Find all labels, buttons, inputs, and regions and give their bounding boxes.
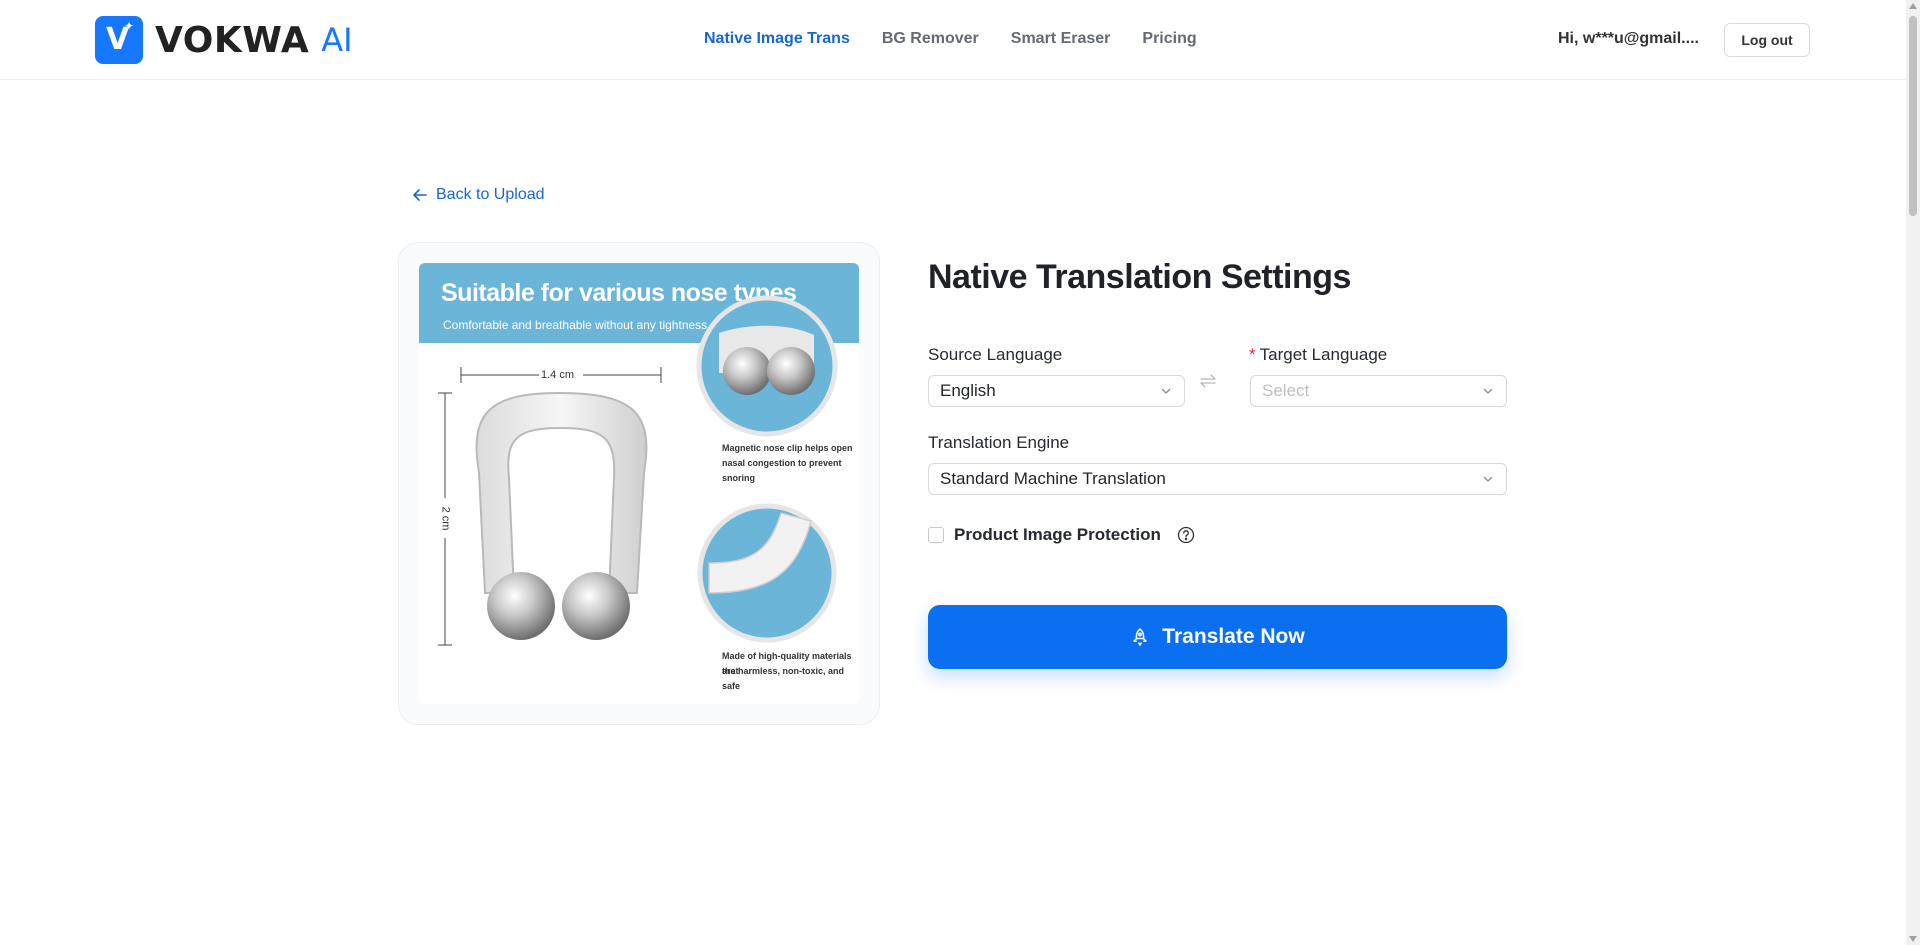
product-image-protection-row: Product Image Protection — [928, 525, 1195, 545]
caption-1-line-1: Magnetic nose clip helps open — [722, 443, 853, 453]
question-circle-icon[interactable] — [1177, 526, 1195, 544]
back-to-upload-link[interactable]: Back to Upload — [412, 186, 545, 204]
logout-button[interactable]: Log out — [1724, 23, 1810, 57]
source-language-value: English — [940, 381, 996, 400]
scroll-up-arrow-icon[interactable] — [1909, 3, 1917, 9]
logo-mark-icon: V ✦ — [95, 16, 143, 64]
scroll-thumb[interactable] — [1909, 16, 1917, 216]
product-image-protection-label[interactable]: Product Image Protection — [954, 525, 1161, 545]
source-language-select[interactable]: English — [928, 375, 1185, 407]
product-image-protection-checkbox[interactable] — [928, 527, 944, 543]
main-nav: Native Image Trans BG Remover Smart Eras… — [704, 30, 1197, 48]
top-header: V ✦ VOKWA AI Native Image Trans BG Remove… — [0, 0, 1906, 80]
product-image: Suitable for various nose types Comforta… — [419, 263, 859, 704]
chevron-down-icon — [1483, 388, 1493, 394]
translate-now-label: Translate Now — [1162, 625, 1305, 648]
required-mark: * — [1249, 345, 1256, 364]
back-label: Back to Upload — [436, 186, 545, 203]
height-dimension-label: 2 cm — [439, 506, 452, 531]
chevron-down-icon — [1483, 476, 1493, 482]
brand-suffix: AI — [321, 21, 353, 59]
target-language-select[interactable]: Select — [1250, 375, 1507, 407]
nav-pricing[interactable]: Pricing — [1142, 30, 1196, 48]
scroll-down-arrow-icon[interactable] — [1909, 936, 1917, 942]
arrow-left-icon — [413, 189, 427, 201]
page-scrollbar[interactable] — [1906, 0, 1920, 945]
user-greeting: Hi, w***u@gmail.... — [1558, 30, 1699, 47]
source-language-label: Source Language — [928, 345, 1063, 364]
translation-engine-value: Standard Machine Translation — [940, 469, 1166, 488]
translate-now-button[interactable]: Translate Now — [928, 605, 1507, 669]
nav-smart-eraser[interactable]: Smart Eraser — [1011, 30, 1111, 48]
target-language-placeholder: Select — [1262, 381, 1310, 400]
nav-bg-remover[interactable]: BG Remover — [882, 30, 979, 48]
caption-1-line-2: nasal congestion to prevent snoring — [722, 458, 842, 483]
brand-name: VOKWA — [155, 19, 310, 61]
swap-languages-icon[interactable] — [1199, 372, 1217, 390]
caption-2-line-2: are harmless, non-toxic, and safe — [722, 666, 845, 691]
translation-engine-select[interactable]: Standard Machine Translation — [928, 463, 1507, 495]
settings-title: Native Translation Settings — [928, 258, 1351, 296]
image-preview-card: Suitable for various nose types Comforta… — [398, 242, 880, 725]
nav-native-image-trans[interactable]: Native Image Trans — [704, 30, 850, 48]
brand-logo[interactable]: V ✦ VOKWA AI — [95, 16, 353, 64]
width-dimension-label: 1.4 cm — [541, 369, 575, 381]
rocket-icon — [1133, 628, 1148, 646]
translation-engine-label: Translation Engine — [928, 433, 1070, 452]
target-language-label: * Target Language — [1249, 345, 1388, 364]
chevron-down-icon — [1161, 388, 1171, 394]
